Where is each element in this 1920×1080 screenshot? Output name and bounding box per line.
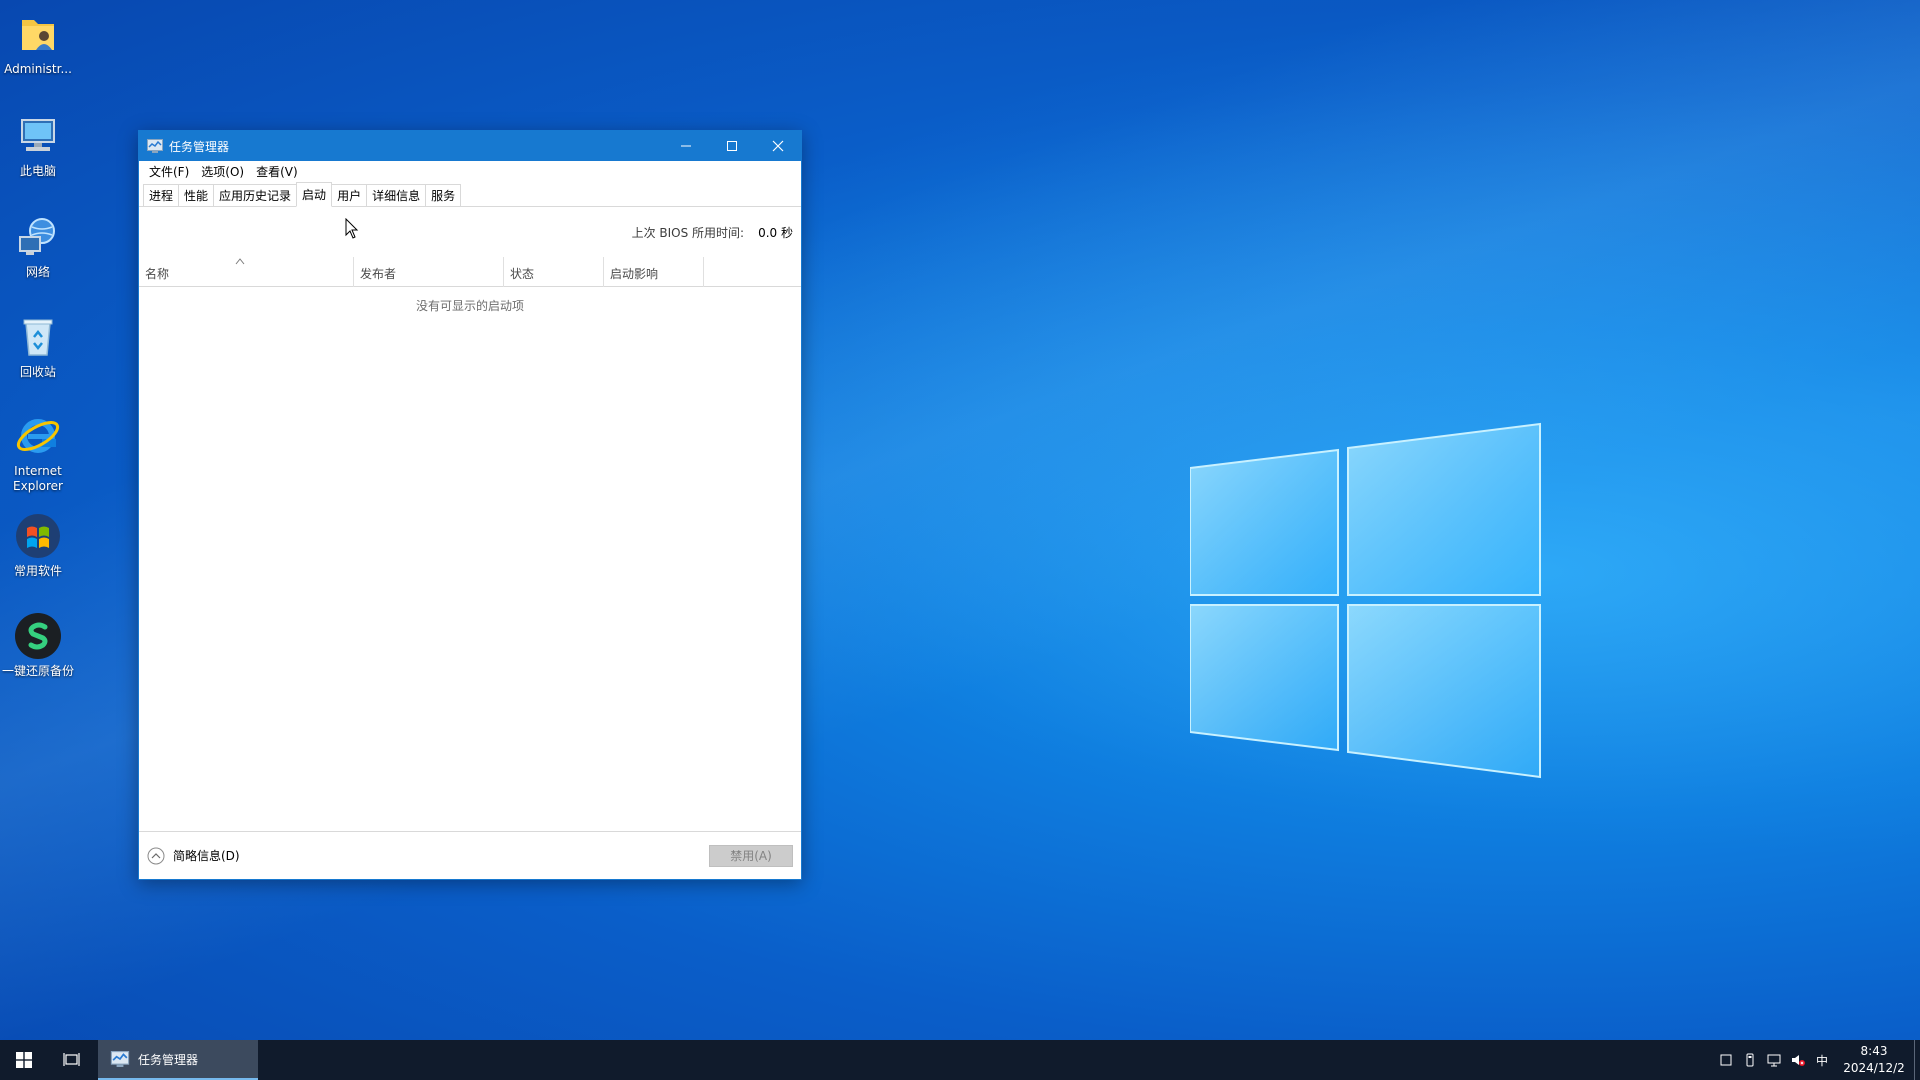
- tray-usb[interactable]: [1738, 1040, 1762, 1080]
- column-status[interactable]: 状态: [504, 257, 604, 287]
- restore-backup-icon: [15, 613, 61, 659]
- show-desktop-button[interactable]: [1914, 1040, 1920, 1080]
- tray-volume[interactable]: [1786, 1040, 1810, 1080]
- tab-strip: 进程 性能 应用历史记录 启动 用户 详细信息 服务: [139, 181, 801, 207]
- menu-options[interactable]: 选项(O): [195, 163, 250, 180]
- task-view-icon: [63, 1053, 80, 1066]
- column-startup-impact-label: 启动影响: [610, 267, 659, 281]
- maximize-icon: [727, 141, 737, 151]
- clock-date: 2024/12/2: [1843, 1061, 1905, 1075]
- window-title: 任务管理器: [169, 139, 230, 154]
- menu-file[interactable]: 文件(F): [143, 163, 195, 180]
- bios-time-row: 上次 BIOS 所用时间: 0.0 秒: [139, 207, 801, 257]
- windows-start-icon: [16, 1052, 32, 1068]
- column-name-label: 名称: [145, 267, 170, 281]
- chevron-up-circle-icon: [147, 847, 165, 864]
- maximize-button[interactable]: [709, 131, 755, 161]
- close-icon: [772, 140, 784, 152]
- desktop-icon-label: 网络: [25, 265, 50, 279]
- column-startup-impact[interactable]: 启动影响: [604, 257, 704, 287]
- fewer-details-link[interactable]: 简略信息(D): [147, 847, 240, 865]
- clock[interactable]: 8:43 2024/12/2: [1834, 1043, 1914, 1077]
- column-header: 名称 发布者 状态 启动影响: [139, 257, 801, 287]
- column-status-label: 状态: [510, 267, 535, 281]
- desktop-icon-label: 常用软件: [13, 564, 62, 578]
- network-icon: [19, 218, 55, 255]
- usb-drive-icon: [1746, 1053, 1754, 1067]
- mouse-cursor-icon: [345, 218, 359, 239]
- column-publisher-label: 发布者: [360, 267, 397, 281]
- tab-details[interactable]: 详细信息: [366, 184, 427, 206]
- recycle-bin-icon: [23, 319, 53, 356]
- start-button[interactable]: [0, 1040, 48, 1080]
- tab-processes[interactable]: 进程: [143, 184, 180, 206]
- minimize-button[interactable]: [663, 131, 709, 161]
- tab-users[interactable]: 用户: [331, 184, 368, 206]
- desktop-icon-common-software[interactable]: 常用软件: [0, 512, 76, 579]
- column-publisher[interactable]: 发布者: [354, 257, 504, 287]
- square-icon: [1720, 1054, 1732, 1066]
- tab-app-history[interactable]: 应用历史记录: [213, 184, 298, 206]
- title-bar[interactable]: 任务管理器: [139, 131, 801, 161]
- menu-view[interactable]: 查看(V): [250, 163, 304, 180]
- windows-wallpaper-logo: [1189, 420, 1550, 780]
- bios-time-value: 0.0 秒: [758, 225, 793, 240]
- windows-flag-icon: [16, 514, 60, 558]
- desktop: Administr... 此电脑 网络 回收站 Internet Explore…: [0, 0, 1920, 1040]
- desktop-icon-recycle-bin[interactable]: 回收站: [0, 313, 76, 380]
- sort-ascending-icon: [235, 258, 245, 265]
- bios-time-label: 上次 BIOS 所用时间:: [631, 225, 745, 240]
- internet-explorer-icon: [16, 419, 60, 453]
- desktop-icon-restore-backup[interactable]: 一键还原备份: [0, 612, 76, 679]
- column-name[interactable]: 名称: [139, 257, 354, 287]
- task-manager-window: 任务管理器 文件(F) 选项(O) 查看(V) 进程 性能 应用历史记录 启动 …: [138, 130, 802, 880]
- user-folder-icon: [22, 20, 54, 50]
- task-manager-icon: [110, 1051, 130, 1067]
- clock-time: 8:43: [1860, 1044, 1888, 1058]
- minimize-icon: [681, 145, 691, 147]
- network-status-icon: [1767, 1054, 1781, 1067]
- tray-ime[interactable]: 中: [1810, 1040, 1834, 1080]
- taskbar: 任务管理器 中 8:43 2024/12/2: [0, 1040, 1920, 1080]
- desktop-icon-label: 回收站: [19, 365, 56, 379]
- footer-bar: 简略信息(D) 禁用(A): [139, 831, 801, 879]
- task-view-button[interactable]: [48, 1040, 96, 1080]
- task-manager-icon: [147, 139, 163, 153]
- close-button[interactable]: [755, 131, 801, 161]
- system-tray: 中 8:43 2024/12/2: [1714, 1040, 1920, 1080]
- desktop-icon-label: Internet Explorer: [13, 464, 63, 493]
- taskbar-app-label: 任务管理器: [138, 1052, 199, 1067]
- tray-network[interactable]: [1762, 1040, 1786, 1080]
- desktop-icon-this-pc[interactable]: 此电脑: [0, 112, 76, 179]
- taskbar-task-manager[interactable]: 任务管理器: [98, 1040, 258, 1080]
- desktop-icon-internet-explorer[interactable]: Internet Explorer: [0, 412, 76, 494]
- tab-startup[interactable]: 启动: [296, 182, 333, 207]
- tab-services[interactable]: 服务: [425, 184, 462, 206]
- empty-list-message: 没有可显示的启动项: [415, 299, 524, 313]
- menu-bar: 文件(F) 选项(O) 查看(V): [139, 161, 801, 181]
- disable-button[interactable]: 禁用(A): [709, 844, 793, 867]
- desktop-icon-label: 一键还原备份: [1, 664, 74, 678]
- tray-notification-square[interactable]: [1714, 1040, 1738, 1080]
- volume-muted-icon: [1792, 1055, 1805, 1066]
- fewer-details-label: 简略信息(D): [173, 849, 240, 863]
- desktop-icon-network[interactable]: 网络: [0, 213, 76, 280]
- tab-performance[interactable]: 性能: [178, 184, 215, 206]
- computer-icon: [21, 119, 55, 151]
- desktop-icon-label: 此电脑: [19, 164, 56, 178]
- desktop-icon-administrator[interactable]: Administr...: [0, 10, 76, 77]
- desktop-icon-label: Administr...: [4, 62, 72, 76]
